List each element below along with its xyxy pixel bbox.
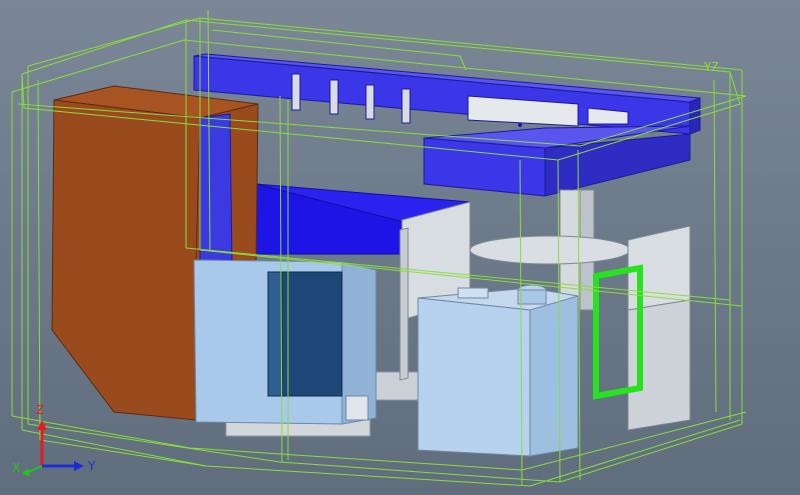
light-blue-box[interactable] [417, 284, 580, 457]
coordinate-triad: Z Y X [10, 400, 120, 490]
cad-3d-viewport[interactable]: YZ Z Y X [0, 0, 800, 495]
z-axis-label: Z [36, 403, 45, 417]
view-corner-label: YZ [704, 60, 719, 74]
x-axis-arrow [27, 465, 43, 473]
rotary-table[interactable] [469, 235, 631, 265]
cad-model-scene[interactable] [0, 0, 800, 495]
y-axis-label: Y [88, 459, 96, 473]
blue-spindle-head[interactable] [423, 125, 691, 197]
light-blue-cabinet[interactable] [193, 259, 377, 425]
triad-arrows [22, 420, 84, 476]
x-axis-label: X [12, 461, 21, 475]
